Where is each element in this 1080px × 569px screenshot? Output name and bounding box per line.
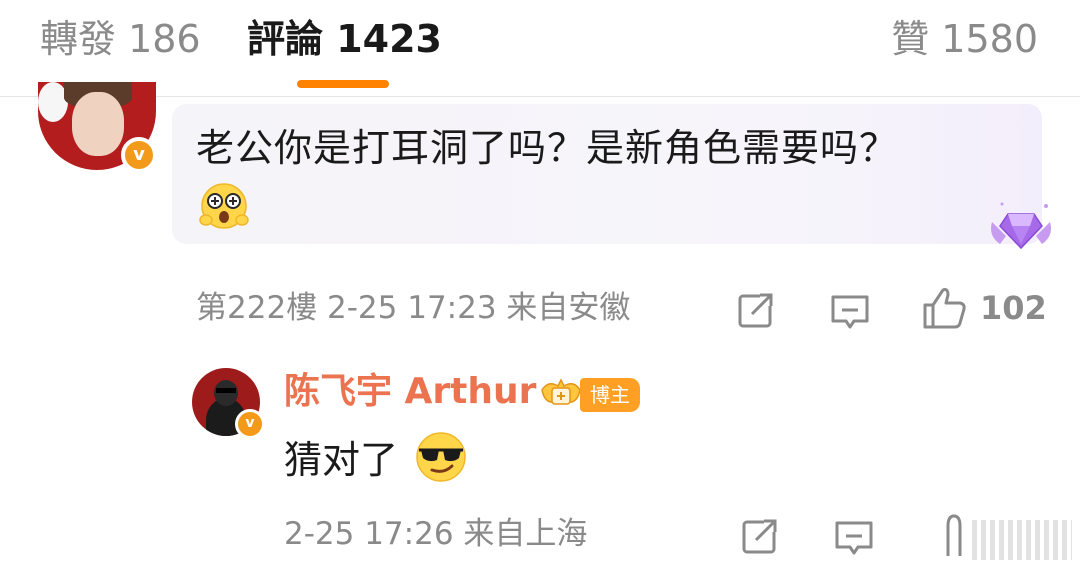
- tab-repost[interactable]: 轉發 186: [40, 14, 201, 64]
- tab-likes[interactable]: 贊 1580: [891, 14, 1038, 64]
- thumbs-up-icon[interactable]: [922, 286, 968, 330]
- cool-sunglasses-emoji: [416, 432, 466, 482]
- like-count: 102: [980, 289, 1047, 327]
- blogger-tag: 博主: [580, 378, 640, 412]
- reply-meta: 2-25 17:26 来自上海: [284, 516, 588, 552]
- watermark: [972, 520, 1072, 560]
- tab-bar: 轉發 186 評論 1423 贊 1580: [0, 0, 1080, 97]
- crown-icon: [541, 378, 581, 405]
- comment-text: 老公你是打耳洞了吗？是新角色需要吗？: [196, 126, 899, 170]
- reply-text: 猜对了: [284, 438, 399, 482]
- verified-badge: v: [235, 409, 265, 439]
- reply-author-name[interactable]: 陈飞宇 Arthur: [284, 370, 536, 414]
- active-tab-indicator: [297, 80, 389, 88]
- thumbs-up-icon[interactable]: [934, 512, 974, 556]
- share-icon[interactable]: [740, 516, 780, 556]
- share-icon[interactable]: [736, 290, 776, 330]
- tab-comments[interactable]: 評論 1423: [247, 14, 442, 64]
- shock-emoji: [199, 183, 249, 229]
- gem-fan-badge-icon: [991, 202, 1051, 250]
- reply-icon[interactable]: [830, 292, 870, 332]
- verified-badge: v: [121, 137, 157, 173]
- reply-icon[interactable]: [834, 518, 874, 558]
- comment-meta: 第222樓 2-25 17:23 来自安徽: [196, 290, 631, 326]
